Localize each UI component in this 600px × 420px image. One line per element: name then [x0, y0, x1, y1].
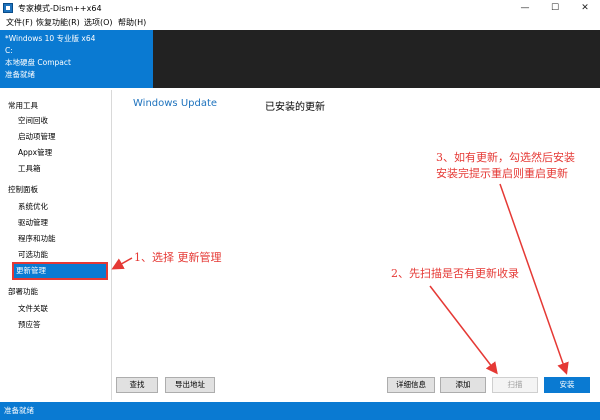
sidebar-item-startup[interactable]: 启动项管理: [16, 130, 108, 144]
app-icon: [3, 3, 13, 13]
sidebar-item-file-association[interactable]: 文件关联: [16, 302, 108, 316]
tab-windows-update[interactable]: Windows Update: [133, 98, 217, 109]
sidebar-item-update-management[interactable]: 更新管理: [12, 262, 108, 280]
os-label: *Windows 10 专业版 x64: [5, 34, 96, 43]
sidebar-item-appx[interactable]: Appx管理: [16, 146, 108, 160]
menu-help[interactable]: 帮助(H): [116, 17, 148, 29]
sidebar-section-deploy: 部署功能: [8, 287, 38, 296]
session-list-area: [153, 30, 600, 88]
sidebar-item-pre-answer[interactable]: 预应答: [16, 318, 108, 332]
sidebar-section-common-tools: 常用工具: [8, 101, 38, 110]
close-button[interactable]: ✕: [570, 0, 600, 16]
sidebar-item-optional-features[interactable]: 可选功能: [16, 248, 108, 262]
sidebar-item-toolbox[interactable]: 工具箱: [16, 162, 108, 176]
annotation-step3-line2: 安装完提示重启则重启更新: [436, 167, 568, 180]
minimize-button[interactable]: —: [510, 0, 540, 16]
menu-restore[interactable]: 恢复功能(R): [34, 17, 82, 29]
menu-file[interactable]: 文件(F): [4, 17, 35, 29]
maximize-button[interactable]: ☐: [540, 0, 570, 16]
drive-label: C:: [5, 46, 13, 55]
find-button[interactable]: 查找: [116, 377, 158, 393]
title-bar: 专家模式-Dism++x64 — ☐ ✕: [0, 0, 600, 16]
tab-installed-updates[interactable]: 已安装的更新: [265, 98, 325, 113]
sidebar-section-control-panel: 控制面板: [8, 185, 38, 194]
details-button[interactable]: 详细信息: [387, 377, 435, 393]
install-button[interactable]: 安装: [544, 377, 590, 393]
annotation-step3-line1: 3、如有更新，勾选然后安装: [436, 151, 575, 164]
disk-label: 本地硬盘 Compact: [5, 58, 71, 67]
window-title: 专家模式-Dism++x64: [18, 4, 102, 13]
main-panel: Windows Update 已安装的更新: [112, 90, 600, 400]
annotation-step1: 1、选择 更新管理: [134, 251, 222, 264]
session-info-panel[interactable]: *Windows 10 专业版 x64 C: 本地硬盘 Compact 准备就绪: [0, 30, 153, 88]
state-label: 准备就绪: [5, 70, 35, 79]
scan-button[interactable]: 扫描: [492, 377, 538, 393]
add-button[interactable]: 添加: [440, 377, 486, 393]
sidebar-item-space-recycle[interactable]: 空间回收: [16, 114, 108, 128]
annotation-step2: 2、先扫描是否有更新收录: [391, 267, 519, 280]
sidebar-item-programs[interactable]: 程序和功能: [16, 232, 108, 246]
sidebar-item-drivers[interactable]: 驱动管理: [16, 216, 108, 230]
status-bar: 准备就绪: [0, 402, 600, 420]
sidebar-item-system-optimize[interactable]: 系统优化: [16, 200, 108, 214]
menu-bar: 文件(F) 恢复功能(R) 选项(O) 帮助(H): [0, 16, 600, 30]
export-address-button[interactable]: 导出地址: [165, 377, 215, 393]
sidebar: 常用工具 空间回收 启动项管理 Appx管理 工具箱 控制面板 系统优化 驱动管…: [0, 90, 112, 400]
menu-options[interactable]: 选项(O): [82, 17, 115, 29]
